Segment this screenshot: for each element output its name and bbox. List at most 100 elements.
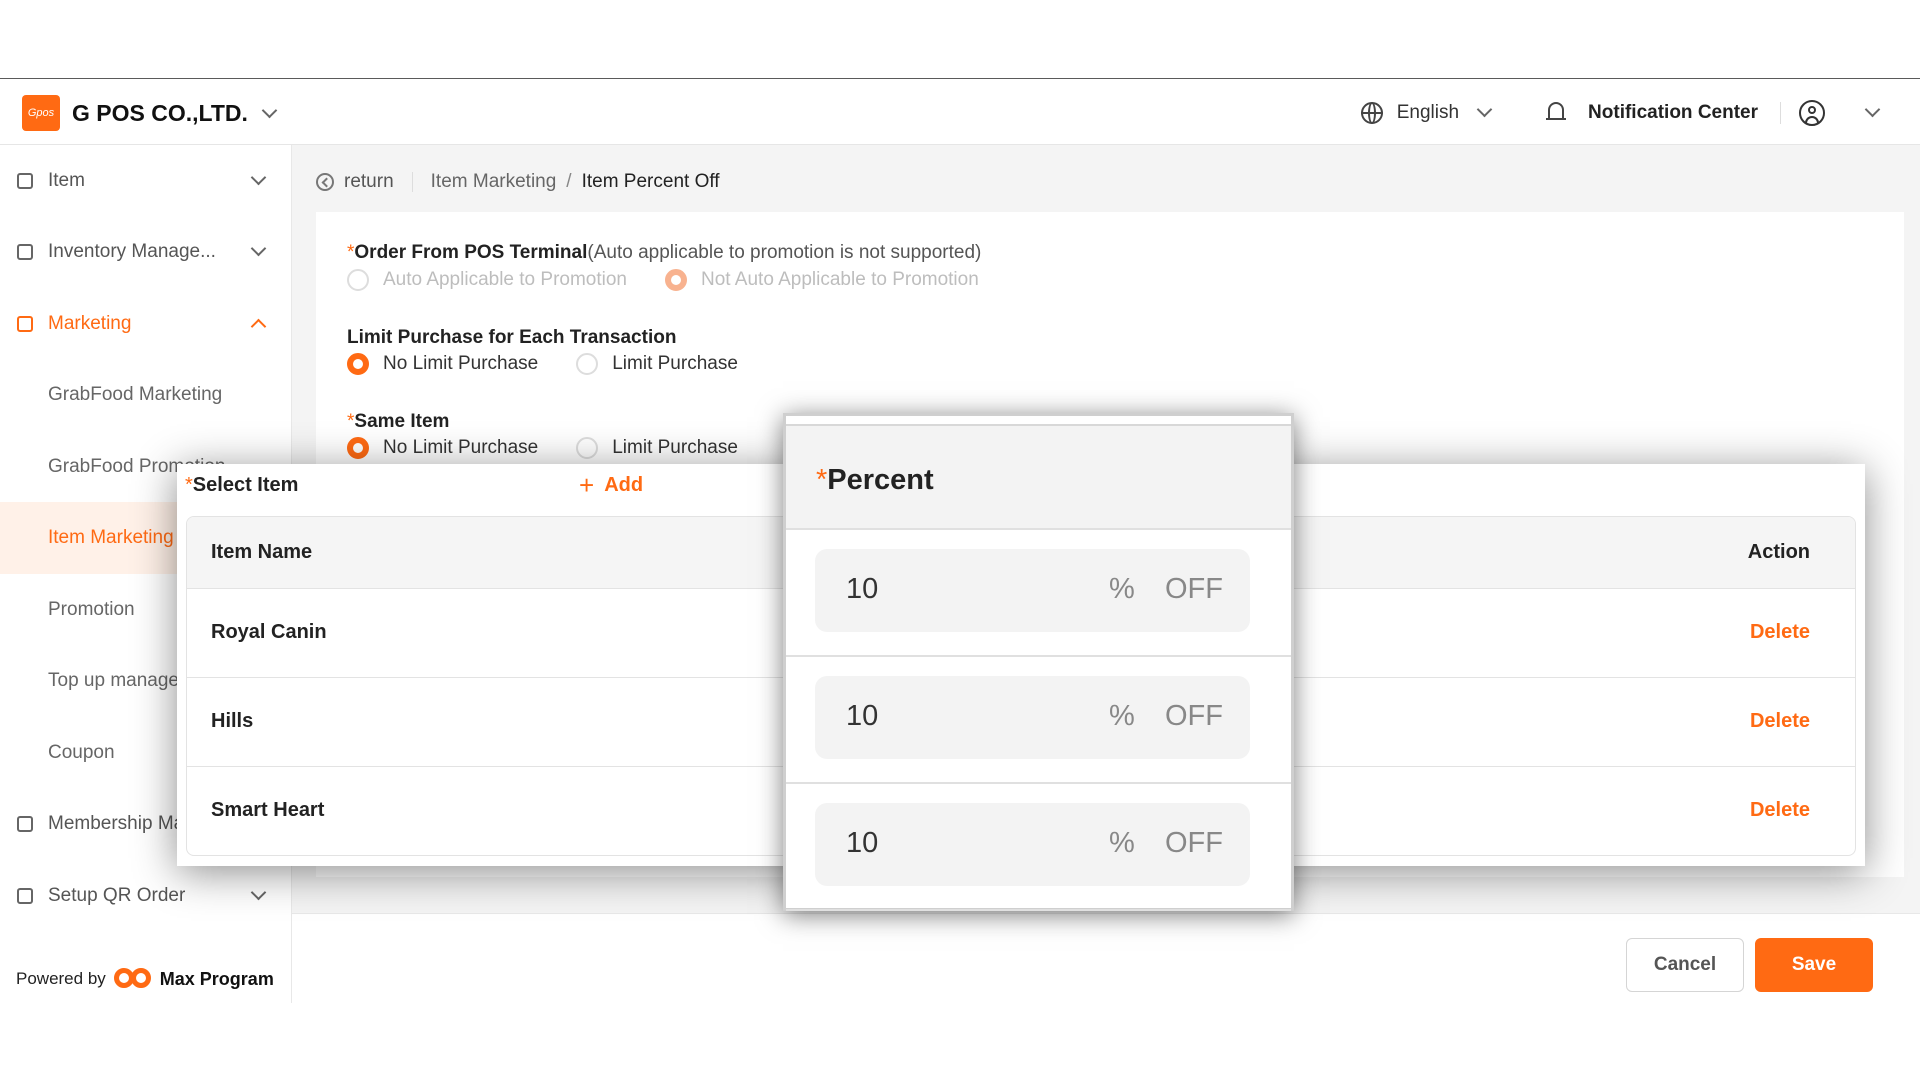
chevron-down-icon[interactable] [1476, 101, 1493, 118]
percent-suffix: OFF [1165, 573, 1223, 605]
percent-input[interactable]: 10 % OFF [815, 803, 1250, 886]
bell-icon[interactable] [1546, 101, 1567, 124]
percent-symbol: % [1109, 827, 1135, 859]
radio-label: Not Auto Applicable to Promotion [701, 269, 979, 290]
membership-icon [17, 816, 33, 832]
percent-input[interactable]: 10 % OFF [815, 549, 1250, 632]
percent-header: *Percent [786, 426, 1291, 530]
percent-row: 10 % OFF [786, 530, 1291, 657]
company-switcher[interactable]: Gpos G POS CO.,LTD. [22, 95, 278, 131]
divider [1780, 101, 1781, 124]
radio-label: Limit Purchase [612, 353, 738, 374]
chevron-down-icon [250, 240, 267, 257]
sidebar-item-label: Item Marketing [48, 527, 174, 548]
percent-value: 10 [846, 700, 879, 732]
radio-limit-purchase[interactable] [576, 353, 599, 375]
chevron-down-icon [261, 102, 278, 118]
radio-label: No Limit Purchase [383, 353, 539, 374]
percent-symbol: % [1109, 573, 1135, 605]
percent-suffix: OFF [1165, 700, 1223, 732]
powered-by-text: Powered by [16, 969, 106, 988]
sidebar-item-label: Setup QR Order [48, 885, 186, 906]
order-from-label: *Order From POS Terminal(Auto applicable… [347, 242, 981, 264]
sidebar-item-label: Marketing [48, 313, 132, 334]
radio-label: Auto Applicable to Promotion [383, 269, 627, 290]
radio-auto-applicable[interactable] [347, 269, 369, 291]
company-name: G POS CO.,LTD. [72, 99, 248, 126]
footer-actions: Cancel Save [292, 913, 1920, 1003]
radio-label: No Limit Purchase [383, 437, 539, 458]
percent-input[interactable]: 10 % OFF [815, 676, 1250, 759]
required-mark: * [816, 464, 828, 496]
language-selector[interactable]: English [1397, 102, 1459, 124]
cancel-button[interactable]: Cancel [1626, 938, 1744, 992]
order-from-options: Auto Applicable to Promotion Not Auto Ap… [347, 269, 979, 291]
radio-no-limit-purchase[interactable] [347, 353, 369, 375]
percent-row: 10 % OFF [786, 657, 1291, 784]
column-item-name: Item Name [211, 541, 313, 563]
plus-icon: + [579, 470, 595, 500]
percent-suffix: OFF [1165, 827, 1223, 859]
percent-value: 10 [846, 827, 879, 859]
same-item-label: *Same Item [347, 411, 449, 433]
delete-button[interactable]: Delete [1750, 621, 1810, 644]
radio-same-limit[interactable] [576, 437, 599, 459]
gpos-logo-icon: Gpos [22, 95, 60, 131]
delete-button[interactable]: Delete [1750, 799, 1810, 822]
sidebar-item-item[interactable]: Item [0, 152, 292, 210]
notification-center-link[interactable]: Notification Center [1588, 102, 1758, 124]
warehouse-icon [17, 244, 33, 260]
limit-transaction-label: Limit Purchase for Each Transaction [347, 327, 677, 348]
percent-row: 10 % OFF [786, 784, 1291, 911]
sidebar-item-label: GrabFood Marketing [48, 384, 223, 405]
sidebar-item-grabfood-marketing[interactable]: GrabFood Marketing [0, 366, 292, 424]
limit-transaction-options: No Limit Purchase Limit Purchase [347, 353, 738, 375]
sidebar-item-label: Coupon [48, 742, 115, 763]
chevron-down-icon [250, 169, 267, 186]
sidebar-item-inventory[interactable]: Inventory Manage... [0, 223, 292, 281]
globe-icon [1360, 101, 1383, 124]
delete-button[interactable]: Delete [1750, 710, 1810, 733]
save-button[interactable]: Save [1755, 938, 1873, 992]
percent-panel: *Percent 10 % OFF 10 % OFF 10 % OFF [783, 413, 1294, 911]
column-action: Action [1747, 541, 1810, 563]
breadcrumb-current: Item Percent Off [581, 171, 720, 192]
chevron-up-icon [250, 318, 267, 335]
chevron-down-icon[interactable] [1864, 101, 1881, 118]
radio-label: Limit Purchase [612, 437, 738, 458]
user-avatar-icon[interactable] [1799, 99, 1825, 126]
sidebar-item-marketing[interactable]: Marketing [0, 295, 292, 353]
top-bar: Gpos G POS CO.,LTD. English Notification… [0, 78, 1920, 145]
breadcrumb-item-marketing[interactable]: Item Marketing [431, 171, 557, 193]
max-program-logo-icon [113, 966, 154, 992]
sidebar-item-label: Promotion [48, 599, 135, 620]
radio-same-no-limit[interactable] [347, 437, 369, 459]
same-item-text: Same Item [354, 411, 450, 432]
chevron-down-icon [250, 884, 267, 901]
app-window: Gpos G POS CO.,LTD. English Notification… [0, 0, 1920, 1080]
item-name: Hills [211, 710, 254, 732]
item-name: Smart Heart [211, 799, 325, 821]
same-item-options: No Limit Purchase Limit Purchase [347, 437, 738, 459]
select-item-label: *Select Item [185, 474, 298, 497]
order-from-text: Order From POS Terminal [354, 242, 588, 263]
marketing-icon [17, 316, 33, 332]
percent-label: *Percent [816, 464, 934, 497]
radio-not-auto-applicable[interactable] [665, 269, 687, 291]
percent-text: Percent [827, 464, 934, 496]
sidebar-item-label: Inventory Manage... [48, 241, 216, 262]
sidebar-item-label: Item [48, 170, 85, 191]
powered-by-brand: Max Program [159, 968, 274, 989]
select-item-text: Select Item [192, 474, 299, 496]
add-item-button[interactable]: + Add [579, 472, 643, 498]
percent-symbol: % [1109, 700, 1135, 732]
breadcrumb-separator: / [566, 171, 572, 192]
powered-by: Powered by Max Program [16, 966, 274, 992]
return-link[interactable]: return [344, 171, 394, 193]
breadcrumb: return Item Marketing / Item Percent Off [316, 168, 720, 196]
divider [411, 172, 413, 192]
sidebar-item-setup-qr-order[interactable]: Setup QR Order [0, 867, 292, 925]
required-mark: * [185, 474, 193, 496]
back-arrow-icon[interactable] [316, 173, 334, 191]
top-right-actions: English Notification Center [1360, 79, 1920, 146]
